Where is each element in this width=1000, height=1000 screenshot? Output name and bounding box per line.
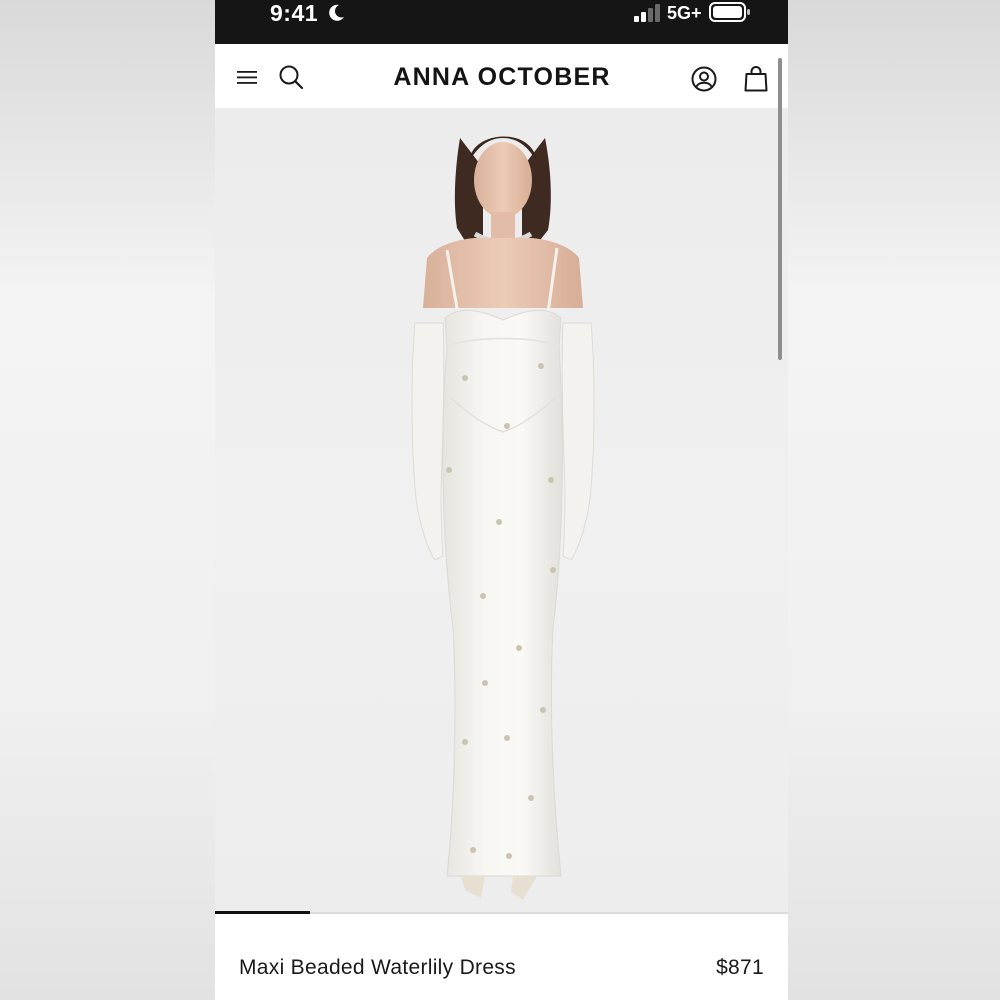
status-time: 9:41 <box>270 0 319 26</box>
background-right-blur <box>788 0 1000 1000</box>
glove-left <box>411 322 445 561</box>
product-info: Maxi Beaded Waterlily Dress $871 <box>215 914 788 1000</box>
scrollbar[interactable] <box>778 58 782 360</box>
torso-skin <box>423 237 583 308</box>
glove-right <box>561 322 595 561</box>
product-price: $871 <box>716 956 764 979</box>
moon-icon <box>329 4 344 21</box>
account-icon[interactable] <box>691 66 717 92</box>
face <box>474 142 532 218</box>
dress <box>442 309 563 877</box>
network-label: 5G+ <box>667 3 702 23</box>
search-icon[interactable] <box>278 64 304 90</box>
site-header: ANNA OCTOBER <box>215 44 788 108</box>
signal-icon <box>634 4 660 22</box>
bag-icon[interactable] <box>744 65 768 92</box>
battery-icon <box>709 2 750 22</box>
product-image[interactable] <box>215 108 788 913</box>
shoe-left <box>461 876 485 898</box>
background-left-blur <box>0 0 215 1000</box>
neck <box>491 212 515 240</box>
brand-logo[interactable]: ANNA OCTOBER <box>365 62 639 92</box>
menu-icon[interactable] <box>235 68 259 86</box>
shoe-right <box>511 876 537 900</box>
product-name: Maxi Beaded Waterlily Dress <box>239 956 516 979</box>
phone-screen: 9:41 5G+ ANNA OCTOBER Maxi Beaded Waterl… <box>215 0 788 1000</box>
model-photo <box>411 136 595 900</box>
status-bar: 9:41 5G+ <box>215 0 788 44</box>
